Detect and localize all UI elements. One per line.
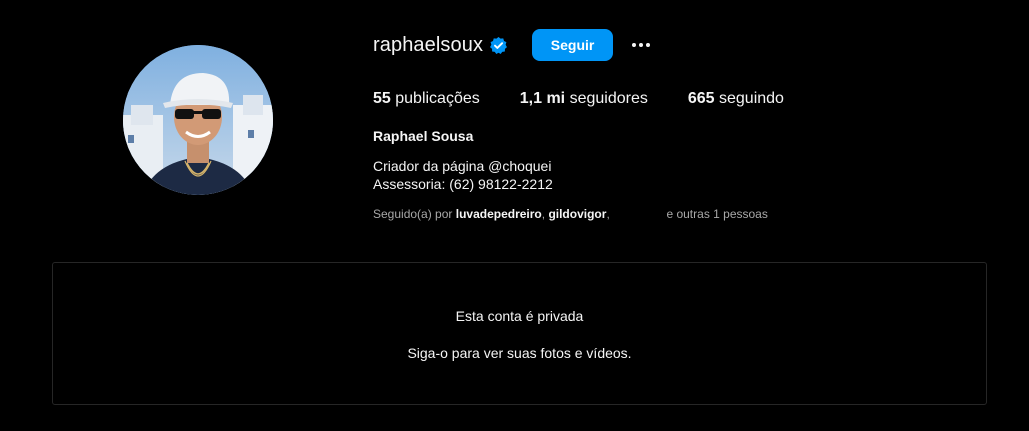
private-title: Esta conta é privada [455,308,584,324]
profile-page: raphaelsoux Seguir 55 publicações 1,1 mi… [0,0,1029,431]
posts-count: 55 publicações [373,89,480,109]
followers-value: 1,1 mi [519,90,566,107]
following-link[interactable]: 665 seguindo [688,89,784,109]
profile-avatar[interactable] [123,45,273,195]
posts-value: 55 [373,90,391,107]
following-value: 665 [687,90,715,107]
followed-by-account[interactable]: luvadepedreiro [456,207,542,221]
full-name: Raphael Sousa [373,128,474,144]
private-account-notice: Esta conta é privada Siga-o para ver sua… [52,262,987,405]
more-options-icon[interactable] [625,29,657,61]
bio-line: Assessoria: (62) 98122-2212 [373,176,553,192]
bio: Criador da página @choquei Assessoria: (… [373,157,553,193]
followed-by-suffix: e outras 1 pessoas [666,207,768,221]
profile-header: raphaelsoux Seguir [373,29,657,61]
followed-by-account[interactable]: gildovigor [548,207,606,221]
follow-button[interactable]: Seguir [532,29,614,61]
profile-stats: 55 publicações 1,1 mi seguidores 665 seg… [373,89,824,109]
verified-badge-icon [489,36,508,55]
private-subtitle: Siga-o para ver suas fotos e vídeos. [407,345,632,361]
followed-by[interactable]: Seguido(a) por luvadepedreiro, gildovigo… [373,207,768,221]
followers-link[interactable]: 1,1 mi seguidores [520,89,648,109]
followed-by-prefix: Seguido(a) por [373,207,453,221]
followers-label: seguidores [569,90,648,107]
posts-label: publicações [395,90,480,107]
avatar-image [123,45,273,195]
following-label: seguindo [719,90,784,107]
username: raphaelsoux [373,34,484,56]
bio-line: Criador da página @choquei [373,158,552,174]
